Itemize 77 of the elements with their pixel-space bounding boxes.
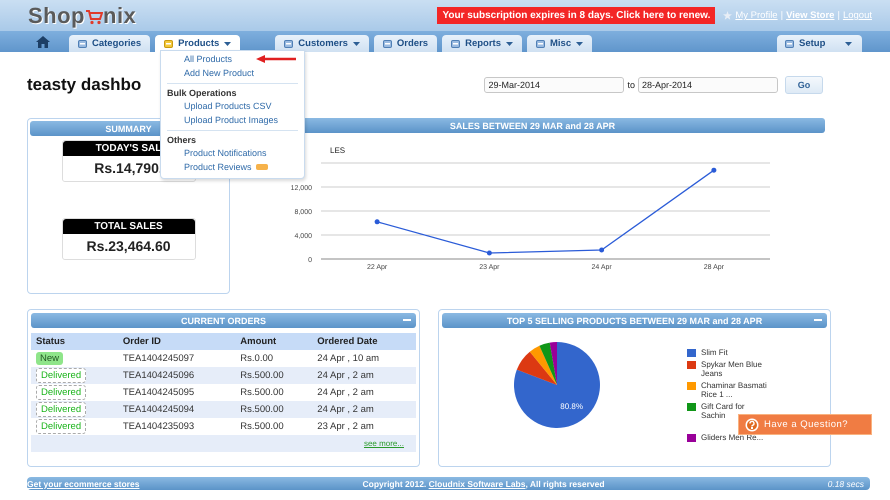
table-cell: 24 Apr , 10 am (312, 350, 416, 367)
column-header: Ordered Date (312, 333, 416, 350)
tab-icon (78, 40, 87, 48)
legend-swatch (687, 361, 696, 369)
page-timing: 0.18 secs (828, 478, 864, 488)
table-cell: TEA1404235093 (118, 418, 236, 435)
date-to-field[interactable]: 28-Apr-2014 (638, 77, 778, 93)
legend-swatch (687, 403, 696, 411)
nav-tab[interactable]: Categories (69, 35, 150, 52)
logo-text: Shop (28, 2, 85, 28)
slice-label: 80.8% (560, 402, 583, 412)
table-cell: TEA1404245096 (118, 367, 236, 384)
table-cell: TEA1404245094 (118, 401, 236, 418)
table-cell: TEA1404245097 (118, 350, 236, 367)
home-icon[interactable] (35, 35, 51, 49)
menu-item[interactable]: Upload Products CSV (184, 101, 272, 111)
table-cell: Rs.500.00 (235, 367, 312, 384)
panel-title: CURRENT ORDERS (180, 316, 266, 326)
status-badge: Delivered (36, 385, 86, 400)
tab-icon (284, 40, 294, 48)
status-badge: New (36, 352, 64, 365)
data-point (374, 219, 380, 224)
table-cell: Rs.500.00 (235, 418, 312, 435)
nav-tab[interactable]: Misc (526, 35, 592, 52)
status-badge: Delivered (36, 368, 86, 383)
menu-heading: Bulk Operations (167, 87, 238, 99)
legend-label: Spykar Men Blue Jeans (701, 360, 763, 378)
nav-tab[interactable]: Orders (374, 35, 438, 52)
menu-item[interactable]: Add New Product (184, 68, 254, 78)
tab-icon (536, 40, 545, 48)
legend-label: Slim Fit (701, 348, 728, 357)
link-separator: | (837, 10, 840, 21)
logo-text: nix (103, 2, 136, 28)
data-point (599, 248, 604, 252)
tab-icon (382, 40, 392, 48)
column-header: Status (31, 333, 118, 350)
subscription-notice[interactable]: Your subscription expires in 8 days. Click here to renew. (437, 7, 716, 24)
star-icon (723, 11, 732, 20)
nav-tab[interactable]: Reports (442, 35, 522, 52)
tab-icon (785, 40, 794, 48)
link-separator: | (780, 10, 784, 21)
table-cell: Rs.0.00 (235, 350, 312, 367)
legend-swatch (687, 382, 696, 390)
nav-tab[interactable]: Setup (777, 35, 862, 52)
table-cell: 24 Apr , 2 am (312, 401, 416, 418)
nav-tab[interactable]: Customers (275, 35, 369, 52)
data-point (711, 168, 716, 173)
range-separator: to (627, 80, 635, 90)
table-cell: Rs.500.00 (235, 384, 312, 401)
see-more-link[interactable]: see more... (364, 439, 404, 448)
card-label: TOTAL SALES (62, 219, 194, 234)
table-cell: TEA1404245095 (118, 384, 236, 401)
tab-icon (451, 40, 460, 48)
copyright-text: Copyright 2012. Cloudnix Software Labs, All rights reserved (362, 478, 605, 488)
column-header: Amount (235, 333, 312, 350)
status-badge: Delivered (36, 419, 86, 434)
status-badge: Delivered (36, 402, 86, 417)
chart-title: LES (330, 146, 346, 155)
legend-swatch (687, 349, 696, 357)
data-point (486, 250, 492, 256)
table-cell: 24 Apr , 2 am (312, 384, 416, 401)
go-button[interactable]: Go (785, 76, 823, 94)
legend-label: Chaminar Basmati Rice 1 ... (701, 381, 767, 399)
page-title: teasty dashbo (27, 75, 142, 95)
tab-icon (164, 40, 174, 48)
column-header: Order ID (118, 333, 236, 350)
card-value: Rs.23,464.60 (86, 237, 171, 256)
menu-item[interactable]: Product Reviews (184, 162, 268, 172)
table-cell: 23 Apr , 2 am (312, 418, 416, 435)
question-icon (745, 418, 759, 432)
legend-swatch (687, 434, 696, 442)
panel-title: TOP 5 SELLING PRODUCTS BETWEEN 29 MAR and 28 APR (506, 316, 762, 326)
menu-item[interactable]: All Products (184, 54, 232, 64)
date-from-field[interactable]: 29-Mar-2014 (484, 77, 624, 93)
card-value: Rs.14,790. (94, 159, 163, 178)
table-cell: 24 Apr , 2 am (312, 367, 416, 384)
table-cell: Rs.500.00 (235, 401, 312, 418)
